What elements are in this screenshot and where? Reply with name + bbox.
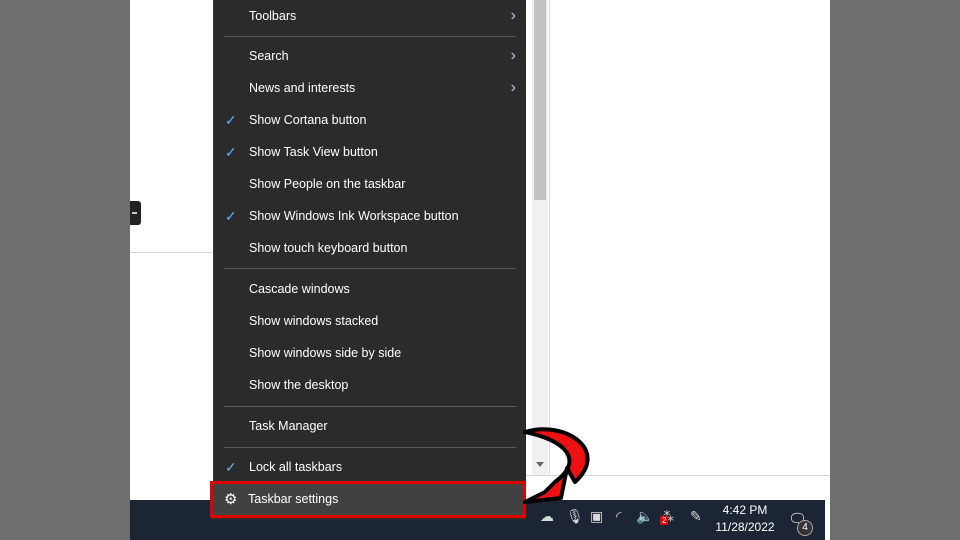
menu-item-show-cortana-button[interactable]: ✓ Show Cortana button bbox=[214, 104, 526, 136]
menu-item-show-windows-stacked[interactable]: Show windows stacked bbox=[214, 305, 526, 337]
microphone-icon[interactable]: 🎙 bbox=[566, 508, 584, 525]
time: 4:42 PM bbox=[722, 503, 768, 517]
menu-item-show-the-desktop[interactable]: Show the desktop bbox=[214, 369, 526, 401]
menu-item-label: Lock all taskbars bbox=[249, 460, 343, 474]
menu-item-label: Search bbox=[249, 49, 289, 63]
gear-icon: ⚙ bbox=[224, 491, 238, 508]
taskbar-context-menu: Toolbars › Search › News and interests › ✓ Show… bbox=[213, 0, 526, 520]
checkmark-icon: ✓ bbox=[225, 112, 237, 128]
chevron-right-icon: › bbox=[510, 7, 516, 24]
menu-item-label: Taskbar settings bbox=[248, 492, 339, 506]
date: 11/28/2022 bbox=[715, 520, 775, 534]
menu-item-label: Show People on the taskbar bbox=[249, 177, 406, 191]
show-desktop-strip[interactable] bbox=[825, 500, 830, 540]
onedrive-icon[interactable]: ☁ bbox=[540, 508, 554, 525]
menu-item-news-and-interests[interactable]: News and interests › bbox=[214, 72, 526, 104]
menu-item-label: Show windows stacked bbox=[249, 314, 379, 328]
menu-separator bbox=[224, 36, 516, 37]
menu-item-label: Show the desktop bbox=[249, 378, 349, 392]
menu-item-show-windows-ink-workspace-button[interactable]: ✓ Show Windows Ink Workspace button bbox=[214, 200, 526, 232]
menu-item-show-touch-keyboard-button[interactable]: Show touch keyboard button bbox=[214, 232, 526, 264]
pen-icon[interactable]: ✎ bbox=[690, 508, 702, 525]
menu-separator bbox=[224, 268, 516, 269]
menu-item-label: News and interests bbox=[249, 81, 356, 95]
menu-separator bbox=[224, 406, 516, 407]
menu-item-search[interactable]: Search › bbox=[214, 40, 526, 72]
menu-item-label: Show touch keyboard button bbox=[249, 241, 408, 255]
menu-item-toolbars[interactable]: Toolbars › bbox=[214, 0, 526, 32]
menu-item-task-manager[interactable]: Task Manager bbox=[214, 410, 526, 442]
menu-item-show-task-view-button[interactable]: ✓ Show Task View button bbox=[214, 136, 526, 168]
menu-item-label: Show Cortana button bbox=[249, 113, 367, 127]
volume-icon[interactable]: 🔈 bbox=[636, 508, 653, 525]
wifi-icon[interactable]: ◜ bbox=[616, 508, 621, 525]
menu-item-label: Show Windows Ink Workspace button bbox=[249, 209, 459, 223]
menu-item-lock-all-taskbars[interactable]: ✓ Lock all taskbars bbox=[214, 451, 526, 483]
menu-separator bbox=[224, 447, 516, 448]
screen-capture-icon[interactable]: ▣ bbox=[590, 508, 603, 525]
notification-count: 4 bbox=[797, 520, 813, 536]
checkmark-icon: ✓ bbox=[225, 208, 237, 224]
menu-item-label: Toolbars bbox=[249, 9, 297, 23]
checkmark-icon: ✓ bbox=[225, 144, 237, 160]
scrollbar-thumb[interactable] bbox=[534, 0, 546, 200]
collapse-tab[interactable] bbox=[130, 201, 141, 225]
clock[interactable]: 4:42 PM 11/28/2022 bbox=[705, 502, 785, 536]
dropbox-badge: 2 bbox=[660, 516, 669, 525]
menu-item-cascade-windows[interactable]: Cascade windows bbox=[214, 273, 526, 305]
chevron-right-icon: › bbox=[510, 47, 516, 64]
menu-item-show-windows-side-by-side[interactable]: Show windows side by side bbox=[214, 337, 526, 369]
menu-item-label: Cascade windows bbox=[249, 282, 350, 296]
dropbox-icon[interactable]: ⁂2 bbox=[660, 508, 674, 525]
divider bbox=[549, 0, 550, 475]
checkmark-icon: ✓ bbox=[225, 459, 237, 475]
chevron-right-icon: › bbox=[510, 79, 516, 96]
menu-item-show-people-on-the-taskbar[interactable]: Show People on the taskbar bbox=[214, 168, 526, 200]
menu-item-taskbar-settings[interactable]: ⚙ Taskbar settings bbox=[210, 481, 526, 518]
menu-item-label: Task Manager bbox=[249, 419, 328, 433]
divider bbox=[130, 252, 214, 253]
red-arrow-annotation bbox=[523, 427, 590, 504]
menu-item-label: Show Task View button bbox=[249, 145, 378, 159]
menu-item-label: Show windows side by side bbox=[249, 346, 402, 360]
